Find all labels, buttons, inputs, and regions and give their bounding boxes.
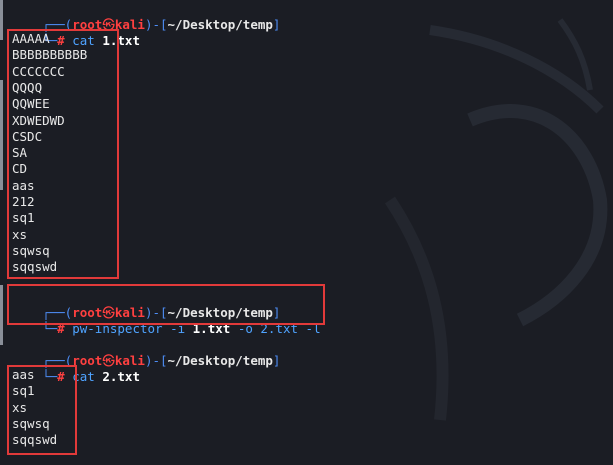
output-line: QQWEE [12,96,50,112]
command-option: -o 2.txt -l [230,321,321,336]
output-line: aas [12,367,35,382]
command-line[interactable]: └─# pw-inspector -i 1.txt -o 2.txt -l [12,303,321,336]
prompt-mid: )-[ [144,17,168,32]
prompt-line: ┌──(root㉿kali)-[~/Desktop/temp] [12,0,280,32]
prompt-path: ~/Desktop/temp [167,353,273,368]
command-arg: 1.txt [94,33,140,48]
window-edge [0,80,3,190]
output-line: QQQQ [12,79,43,95]
output-line: CSDC [12,128,43,144]
output-line: sqwsq [12,242,50,258]
prompt-hash: # [57,369,65,384]
command-arg: 2.txt [94,369,140,384]
prompt-mid: )-[ [144,353,168,368]
output-line: sqqswd [12,259,58,275]
output-line: SA [12,145,28,161]
output-line: 212 [12,194,35,209]
output-line: xs [12,226,28,242]
output-line: sqwsq [12,415,50,431]
output-line: xs [12,399,28,415]
output-line: BBBBBBBBBB [12,47,88,63]
kali-dragon-wallpaper [385,18,608,421]
command-option: -i [162,321,193,336]
output-line: aas [12,177,35,193]
output-line: sq1 [12,383,35,399]
prompt-line: ┌──(root㉿kali)-[~/Desktop/temp] [12,287,280,320]
output-line: XDWEDWD [12,112,65,128]
window-edge [0,285,3,345]
prompt-cont: └─ [42,369,58,384]
output-line: sqqswd [12,432,58,448]
prompt-path: ~/Desktop/temp [167,17,273,32]
prompt-close: ] [272,353,281,368]
command-name: pw-inspector [72,321,163,336]
output-line: sq1 [12,210,35,226]
window-edge [0,0,3,40]
output-line: CD [12,161,28,177]
prompt-hash: # [57,321,65,336]
prompt-close: ] [272,17,281,32]
prompt-cont: └─ [42,321,58,336]
prompt-line: ┌──(root㉿kali)-[~/Desktop/temp] [12,335,280,368]
output-line: CCCCCCC [12,63,65,79]
command-name: cat [72,369,95,384]
command-arg: 1.txt [192,321,231,336]
output-line: AAAAA [12,31,50,46]
